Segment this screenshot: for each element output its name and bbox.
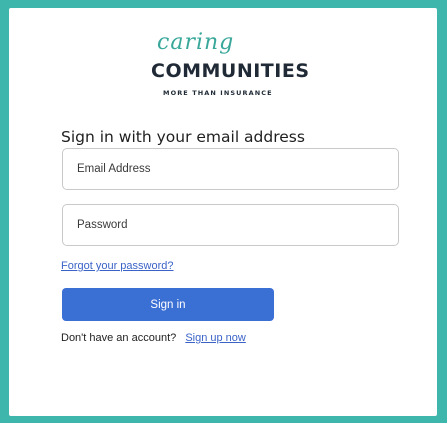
sign-up-link[interactable]: Sign up now [185,332,246,344]
signup-row: Don't have an account? Sign up now [61,332,246,344]
caring-communities-logo: caring COMMUNITIES MORE THAN INSURANCE [149,32,329,108]
logo-wordmark: COMMUNITIES [151,60,310,82]
page-title: Sign in with your email address [61,128,305,146]
sign-in-button[interactable]: Sign in [62,288,274,321]
logo-script-text: caring [157,30,235,55]
forgot-password-link[interactable]: Forgot your password? [61,260,174,272]
signin-card: caring COMMUNITIES MORE THAN INSURANCE S… [9,8,437,416]
email-field[interactable] [62,148,399,190]
logo-tagline: MORE THAN INSURANCE [163,89,273,97]
signup-prompt: Don't have an account? [61,332,177,344]
password-field[interactable] [62,204,399,246]
